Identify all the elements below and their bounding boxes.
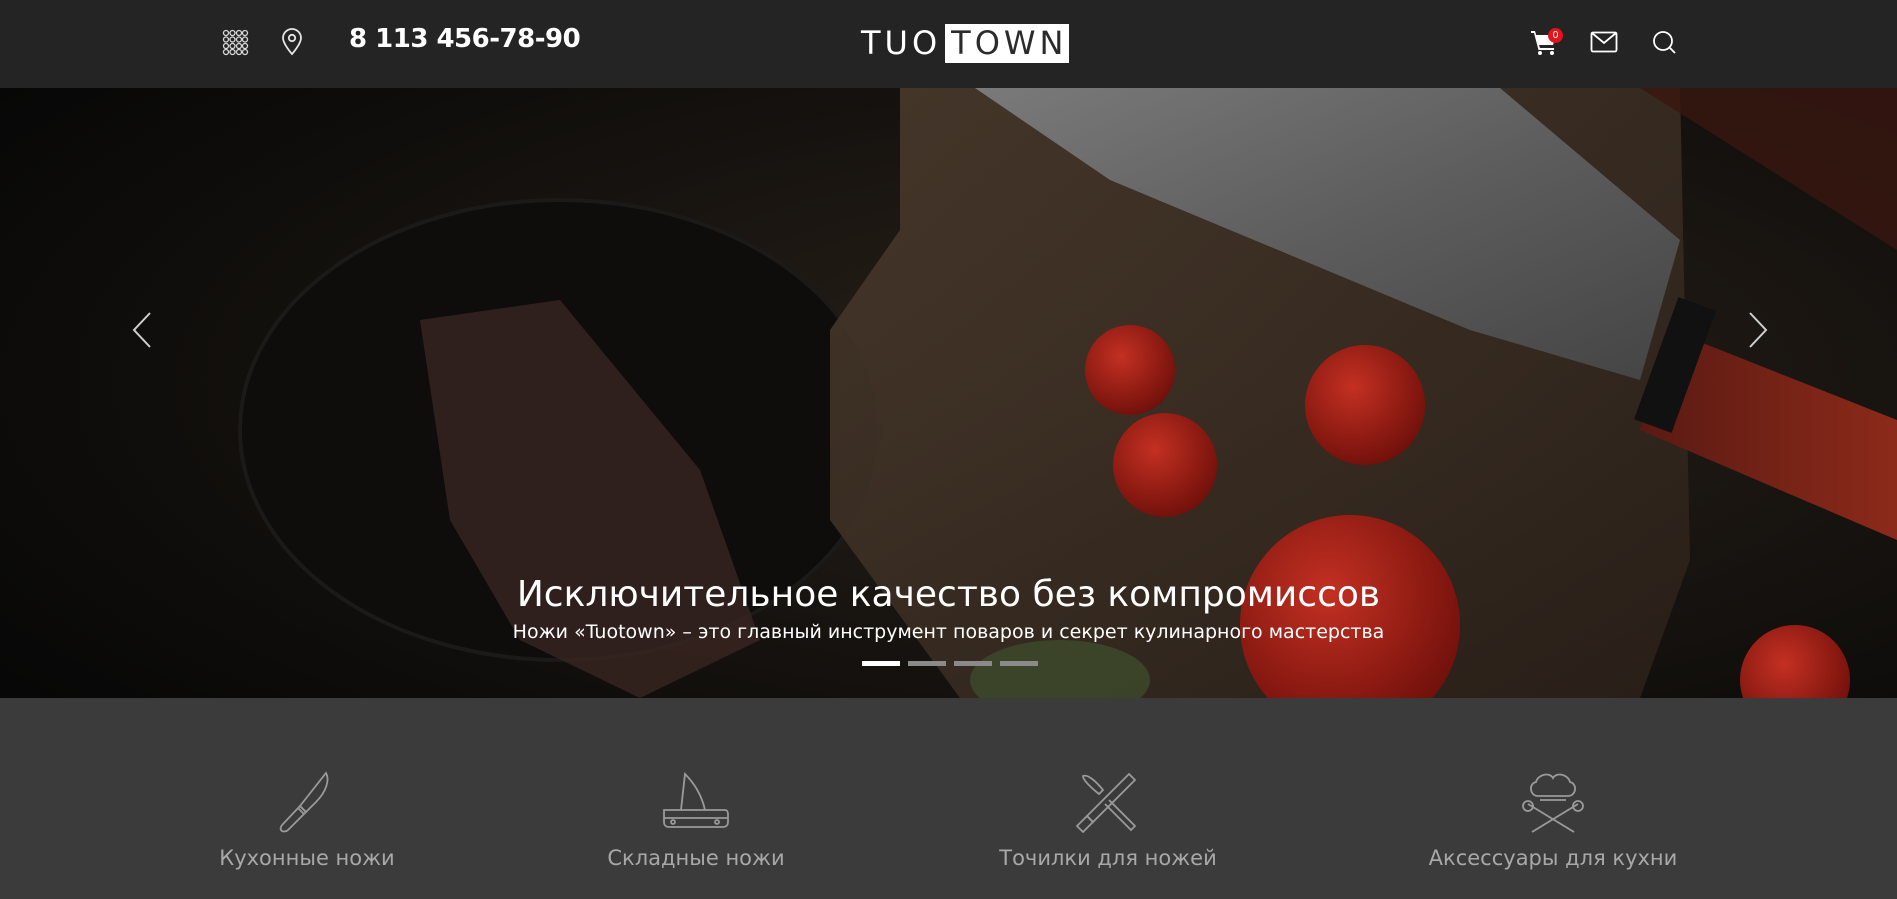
chef-hat-icon [1522, 773, 1584, 833]
search-icon[interactable] [1650, 28, 1678, 56]
location-pin-icon[interactable] [278, 28, 306, 56]
slider-dots [862, 661, 1038, 666]
mail-icon[interactable] [1590, 28, 1618, 56]
site-logo[interactable]: TUO TOWN [861, 24, 1070, 63]
site-header: 8 113 456-78-90 TUO TOWN 0 [0, 0, 1897, 88]
hero-title: Исключительное качество без компромиссов [516, 574, 1381, 615]
logo-text-left: TUO [861, 24, 942, 62]
slider-dot-4[interactable] [1000, 661, 1038, 666]
folding-knife-icon [663, 772, 729, 828]
hero-slider: 8 113 456-78-90 TUO TOWN 0 Исключительно… [0, 0, 1897, 698]
slider-dot-1[interactable] [862, 661, 900, 666]
category-label: Складные ножи [607, 846, 785, 870]
category-bar: Кухонные ножи Складные ножи Точилки для … [0, 698, 1897, 899]
slider-prev-arrow[interactable] [128, 310, 158, 350]
slider-dot-2[interactable] [908, 661, 946, 666]
category-label: Кухонные ножи [219, 846, 395, 870]
slider-next-arrow[interactable] [1742, 310, 1772, 350]
knife-sharpener-icon [1075, 772, 1137, 834]
slider-dot-3[interactable] [954, 661, 992, 666]
phone-number[interactable]: 8 113 456-78-90 [349, 24, 581, 54]
category-knife-sharpeners[interactable]: Точилки для ножей [958, 698, 1258, 870]
hero-subtitle: Ножи «Tuotown» – это главный инструмент … [512, 621, 1385, 643]
cart-count-badge: 0 [1548, 28, 1563, 43]
logo-text-right: TOWN [945, 24, 1070, 63]
grid-icon[interactable] [221, 28, 249, 56]
category-label: Точилки для ножей [999, 846, 1217, 870]
category-kitchen-knives[interactable]: Кухонные ножи [157, 698, 457, 870]
category-label: Аксессуары для кухни [1428, 846, 1678, 870]
kitchen-knife-icon [279, 771, 329, 833]
category-folding-knives[interactable]: Складные ножи [546, 698, 846, 870]
category-kitchen-accessories[interactable]: Аксессуары для кухни [1403, 698, 1703, 870]
